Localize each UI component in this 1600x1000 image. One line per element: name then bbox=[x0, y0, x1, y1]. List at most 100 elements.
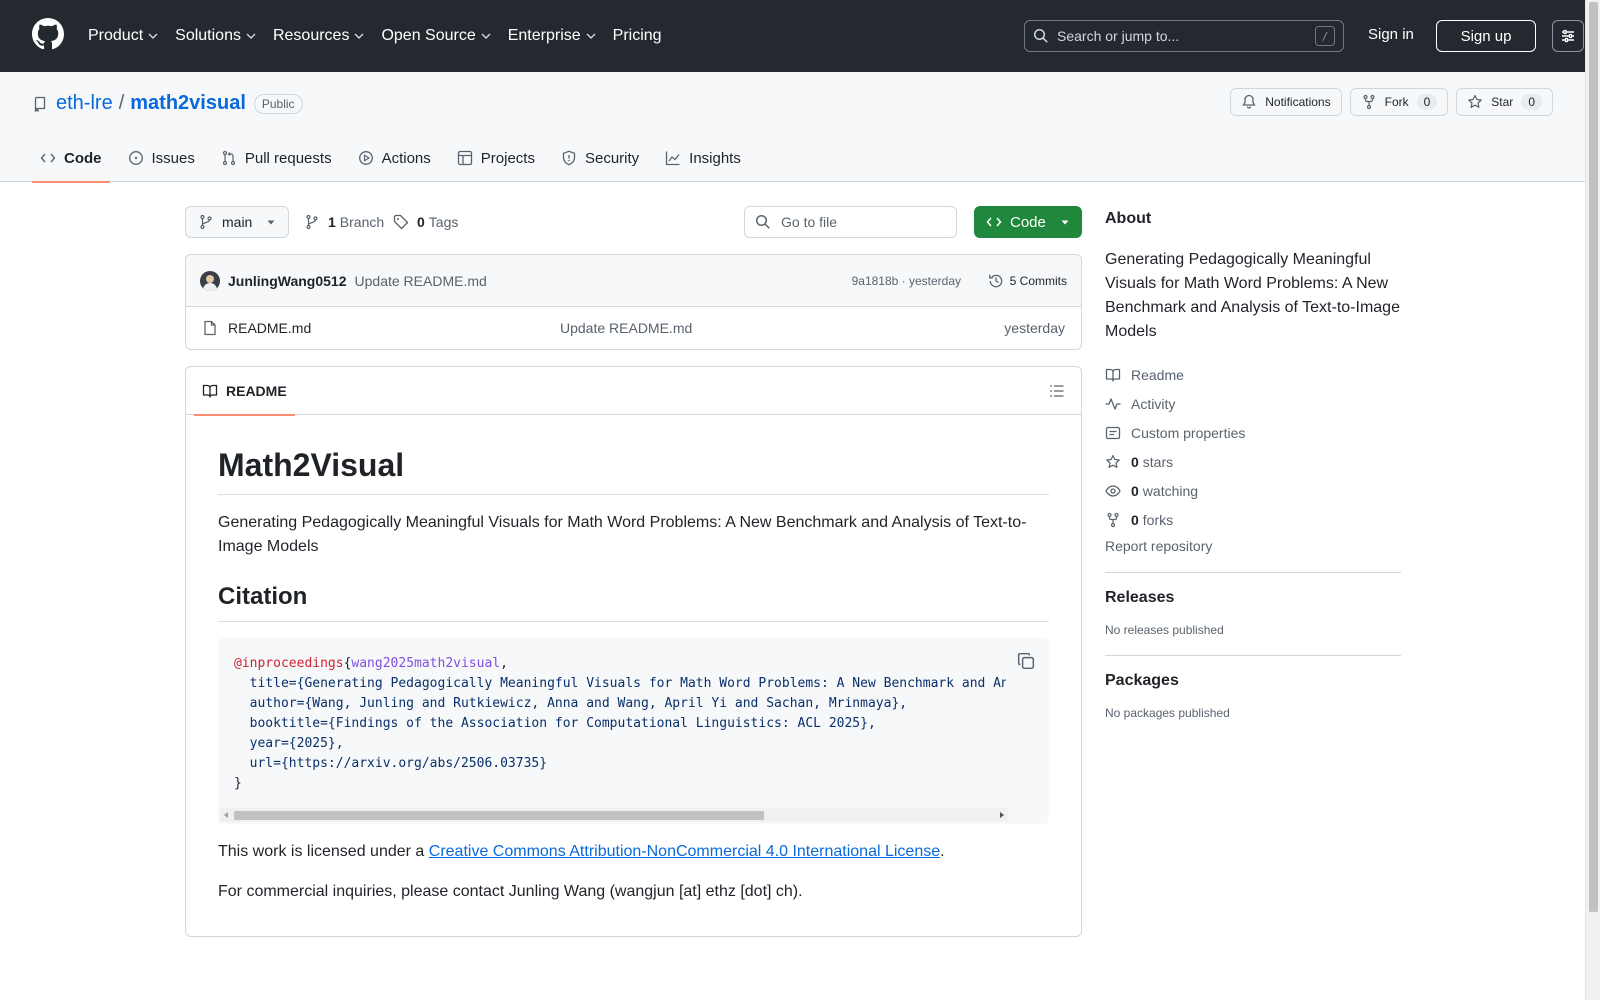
nav-solutions[interactable]: Solutions bbox=[175, 27, 257, 45]
commit-meta[interactable]: 9a1818b · yesterday bbox=[852, 274, 961, 288]
github-logo-icon[interactable] bbox=[32, 18, 64, 50]
tab-issues[interactable]: Issues bbox=[120, 134, 203, 182]
commit-author-link[interactable]: JunlingWang0512 bbox=[228, 273, 347, 289]
scrollbar-thumb[interactable] bbox=[234, 811, 764, 820]
list-icon[interactable] bbox=[1049, 383, 1065, 399]
chevron-down-icon bbox=[586, 33, 596, 39]
tab-projects[interactable]: Projects bbox=[449, 134, 543, 182]
page-vertical-scrollbar[interactable] bbox=[1585, 0, 1600, 1000]
avatar[interactable] bbox=[200, 270, 220, 291]
citation-heading: Citation bbox=[218, 583, 1049, 622]
search-icon bbox=[755, 214, 770, 229]
tab-code[interactable]: Code bbox=[32, 134, 110, 183]
readme-link[interactable]: Readme bbox=[1105, 360, 1401, 389]
branch-icon bbox=[200, 214, 212, 230]
readme-body: Math2Visual Generating Pedagogically Mea… bbox=[186, 447, 1081, 904]
fork-icon bbox=[1363, 94, 1375, 110]
tab-security[interactable]: Security bbox=[553, 134, 647, 182]
commit-message-link[interactable]: Update README.md bbox=[355, 273, 487, 289]
sign-in-link[interactable]: Sign in bbox=[1368, 26, 1414, 43]
notifications-button[interactable]: Notifications bbox=[1230, 88, 1342, 116]
nav-product[interactable]: Product bbox=[88, 27, 159, 45]
command-palette-button[interactable] bbox=[1552, 20, 1584, 52]
global-nav: Product Solutions Resources Open Source … bbox=[88, 0, 678, 72]
branch-selector[interactable]: main bbox=[185, 206, 289, 238]
fork-count: 0 bbox=[1416, 94, 1438, 110]
commits-history-link[interactable]: 5 Commits bbox=[988, 273, 1067, 289]
go-to-file-placeholder: Go to file bbox=[781, 214, 838, 230]
bell-icon bbox=[1242, 94, 1256, 109]
sign-up-button[interactable]: Sign up bbox=[1436, 20, 1536, 52]
packages-text: No packages published bbox=[1105, 706, 1230, 720]
file-commit-message[interactable]: Update README.md bbox=[560, 320, 692, 336]
tab-actions[interactable]: Actions bbox=[350, 134, 439, 182]
nav-enterprise[interactable]: Enterprise bbox=[508, 27, 597, 45]
repo-header: eth-lre / math2visual Public Notificatio… bbox=[0, 72, 1585, 183]
readme-description: Generating Pedagogically Meaningful Visu… bbox=[218, 514, 1027, 555]
contact-paragraph: For commercial inquiries, please contact… bbox=[218, 883, 803, 900]
divider bbox=[1105, 572, 1401, 573]
license-link[interactable]: Creative Commons Attribution-NonCommerci… bbox=[429, 843, 940, 860]
visibility-badge: Public bbox=[253, 93, 303, 114]
global-header: Product Solutions Resources Open Source … bbox=[0, 0, 1585, 72]
shield-icon bbox=[562, 150, 576, 166]
star-count: 0 bbox=[1521, 94, 1542, 110]
repo-separator: / bbox=[118, 92, 125, 114]
repo-tabs: Code Issues Pull requests Actions Projec… bbox=[32, 134, 759, 183]
tags-link[interactable]: 0 Tags bbox=[393, 214, 458, 230]
pulse-icon bbox=[1105, 397, 1121, 410]
branches-link[interactable]: 1 Branch bbox=[304, 214, 384, 230]
report-repository-link[interactable]: Report repository bbox=[1105, 538, 1401, 554]
releases-heading[interactable]: Releases bbox=[1105, 589, 1401, 607]
packages-heading[interactable]: Packages bbox=[1105, 672, 1401, 690]
history-icon bbox=[988, 274, 1002, 287]
fork-icon bbox=[1107, 512, 1119, 527]
repo-name-link[interactable]: math2visual bbox=[130, 92, 246, 115]
branch-count: 1 bbox=[328, 214, 336, 230]
fork-button[interactable]: Fork 0 bbox=[1349, 88, 1449, 116]
chevron-down-icon bbox=[481, 33, 491, 39]
note-icon bbox=[1105, 426, 1121, 439]
go-to-file-input[interactable]: Go to file bbox=[744, 206, 957, 238]
play-icon bbox=[358, 151, 373, 165]
branch-icon bbox=[306, 214, 318, 230]
file-toolbar: main 1 Branch 0 Tags Go to file Code bbox=[185, 206, 1082, 238]
nav-pricing[interactable]: Pricing bbox=[613, 27, 662, 45]
stars-link[interactable]: 0 stars bbox=[1105, 447, 1401, 476]
tab-insights[interactable]: Insights bbox=[657, 134, 749, 182]
star-button[interactable]: Star 0 bbox=[1456, 88, 1553, 116]
table-icon bbox=[457, 150, 472, 166]
book-icon bbox=[1105, 368, 1121, 382]
forks-link[interactable]: 0 forks bbox=[1105, 505, 1401, 534]
file-name-link[interactable]: README.md bbox=[228, 320, 311, 336]
code-horizontal-scrollbar[interactable] bbox=[220, 808, 1008, 822]
code-dropdown-button[interactable]: Code bbox=[974, 206, 1082, 238]
chevron-down-icon bbox=[148, 33, 158, 39]
nav-resources[interactable]: Resources bbox=[273, 27, 365, 45]
file-commit-date: yesterday bbox=[1004, 320, 1065, 336]
copy-icon[interactable] bbox=[1017, 652, 1035, 670]
code-icon bbox=[986, 217, 1002, 227]
activity-link[interactable]: Activity bbox=[1105, 389, 1401, 418]
search-input[interactable]: Search or jump to... / bbox=[1024, 20, 1344, 52]
tab-pull-requests[interactable]: Pull requests bbox=[213, 134, 340, 182]
scroll-right-arrow[interactable] bbox=[1000, 812, 1004, 818]
scrollbar-thumb[interactable] bbox=[1589, 2, 1598, 912]
latest-commit: JunlingWang0512 Update README.md 9a1818b… bbox=[186, 255, 1081, 307]
custom-properties-link[interactable]: Custom properties bbox=[1105, 418, 1401, 447]
branch-name: main bbox=[222, 214, 253, 230]
watching-link[interactable]: 0 watching bbox=[1105, 476, 1401, 505]
readme-tab[interactable]: README bbox=[194, 367, 295, 416]
file-icon bbox=[204, 320, 216, 336]
scroll-left-arrow[interactable] bbox=[224, 812, 228, 818]
table-row[interactable]: README.md Update README.md yesterday bbox=[186, 307, 1081, 349]
issue-icon bbox=[128, 151, 143, 165]
chevron-down-icon bbox=[246, 33, 256, 39]
nav-open-source[interactable]: Open Source bbox=[381, 27, 491, 45]
repo-owner-link[interactable]: eth-lre bbox=[56, 92, 113, 115]
about-description: Generating Pedagogically Meaningful Visu… bbox=[1105, 251, 1400, 340]
citation-code: @inproceedings{wang2025math2visual, titl… bbox=[234, 656, 1006, 791]
about-heading: About bbox=[1105, 210, 1152, 227]
pull-request-icon bbox=[222, 150, 235, 166]
divider bbox=[1105, 655, 1401, 656]
